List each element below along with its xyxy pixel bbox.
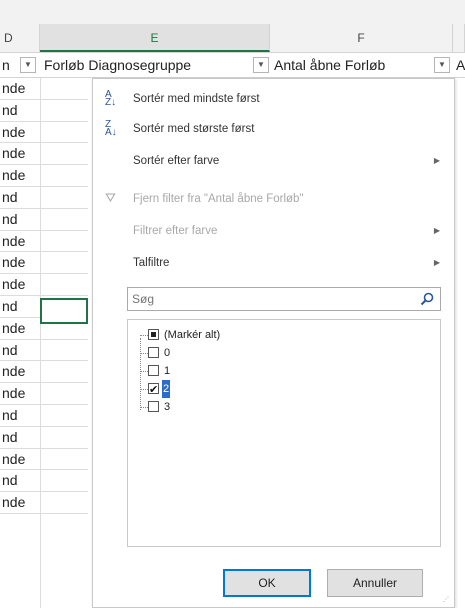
table-cell[interactable]: nde <box>0 492 88 514</box>
table-cell[interactable]: nde <box>0 274 88 296</box>
autofilter-dropdown: A Z↓ Sortér med mindste først Z A↓ Sortér … <box>92 78 455 608</box>
checkbox[interactable] <box>148 347 159 358</box>
table-cell[interactable]: nde <box>0 449 88 471</box>
table-cell[interactable]: nde <box>0 383 88 405</box>
sort-ascending-item[interactable]: A Z↓ Sortér med mindste først <box>93 87 456 111</box>
sort-descending-item[interactable]: Z A↓ Sortér med største først <box>93 117 456 141</box>
sort-by-color-item[interactable]: Sortér efter farve ▶ <box>93 149 456 173</box>
table-cell[interactable]: nd <box>0 405 88 427</box>
table-cell[interactable]: nd <box>0 100 88 122</box>
chevron-right-icon: ▶ <box>433 258 440 267</box>
search-input[interactable] <box>132 290 402 308</box>
search-box[interactable] <box>127 287 441 311</box>
table-header-row: n ▼ Forløb Diagnosegruppe ▼ Antal åbne F… <box>0 52 465 78</box>
column-d-cells: nde nd nde nde nde nd nd nde nde nde nd nde nd nde nde… <box>0 78 90 608</box>
ok-button[interactable]: OK <box>223 569 311 597</box>
table-cell[interactable]: nde <box>0 143 88 166</box>
table-cell[interactable]: nd <box>0 470 88 493</box>
column-header-bar: D E F <box>0 0 465 52</box>
search-icon <box>420 292 434 306</box>
sort-ascending-icon: A Z↓ <box>105 89 117 108</box>
table-cell[interactable]: nd <box>0 340 88 362</box>
table-cell[interactable]: nde <box>0 361 88 384</box>
chevron-down-icon: ▼ <box>438 60 446 69</box>
table-cell[interactable]: nd <box>0 187 88 209</box>
column-letter-g[interactable] <box>453 24 465 52</box>
chevron-down-icon: ▼ <box>24 60 32 69</box>
checkbox-checked[interactable]: ✔ <box>148 383 159 396</box>
resize-grip-icon[interactable]: ⋰ <box>443 596 451 604</box>
header-cell-forlob-diagnosegruppe[interactable]: Forløb Diagnosegruppe <box>44 53 270 77</box>
list-item[interactable]: 1 <box>128 362 328 380</box>
filter-by-color-item: Filtrer efter farve ▶ <box>93 219 456 243</box>
chevron-down-icon: ▼ <box>257 60 265 69</box>
gridline <box>40 78 41 608</box>
selected-cell[interactable] <box>40 298 88 324</box>
chevron-right-icon: ▶ <box>433 156 440 165</box>
header-cell-antal-abne-forlob[interactable]: Antal åbne Forløb <box>274 53 454 77</box>
filter-dropdown-e[interactable]: ▼ <box>253 57 269 73</box>
column-letter-f[interactable]: F <box>270 24 453 52</box>
number-filters-item[interactable]: Talfiltre ▶ <box>93 251 456 275</box>
list-item-select-all[interactable]: (Markér alt) <box>128 326 328 344</box>
checkbox-select-all[interactable] <box>148 329 159 340</box>
cancel-button[interactable]: Annuller <box>327 569 423 597</box>
table-cell[interactable]: nde <box>0 252 88 275</box>
sort-descending-icon: Z A↓ <box>105 119 117 138</box>
list-item[interactable]: ✔ 2 <box>128 380 328 398</box>
value-list: (Markér alt) 0 1 ✔ 2 3 <box>127 319 441 547</box>
table-cell[interactable]: nd <box>0 427 88 449</box>
table-cell[interactable]: nde <box>0 78 88 100</box>
table-cell[interactable]: nde <box>0 231 88 253</box>
checkmark-icon: ✔ <box>149 384 159 396</box>
list-item[interactable]: 0 <box>128 344 328 362</box>
clear-filter-icon: ⛛ <box>105 190 116 205</box>
table-cell[interactable]: nd <box>0 209 88 231</box>
table-cell[interactable]: nde <box>0 122 88 144</box>
filter-dropdown-d[interactable]: ▼ <box>20 57 36 73</box>
header-cell-g[interactable]: A <box>456 53 465 77</box>
checkbox[interactable] <box>148 365 159 376</box>
column-letter-d[interactable]: D <box>0 24 40 52</box>
column-letter-e[interactable]: E <box>40 24 270 52</box>
clear-filter-item: ⛛ Fjern filter fra "Antal åbne Forløb" <box>105 190 304 206</box>
chevron-right-icon: ▶ <box>433 226 440 235</box>
checkbox[interactable] <box>148 401 159 412</box>
list-item[interactable]: 3 <box>128 398 328 416</box>
filter-dropdown-f[interactable]: ▼ <box>434 57 450 73</box>
table-cell[interactable]: nde <box>0 165 88 187</box>
